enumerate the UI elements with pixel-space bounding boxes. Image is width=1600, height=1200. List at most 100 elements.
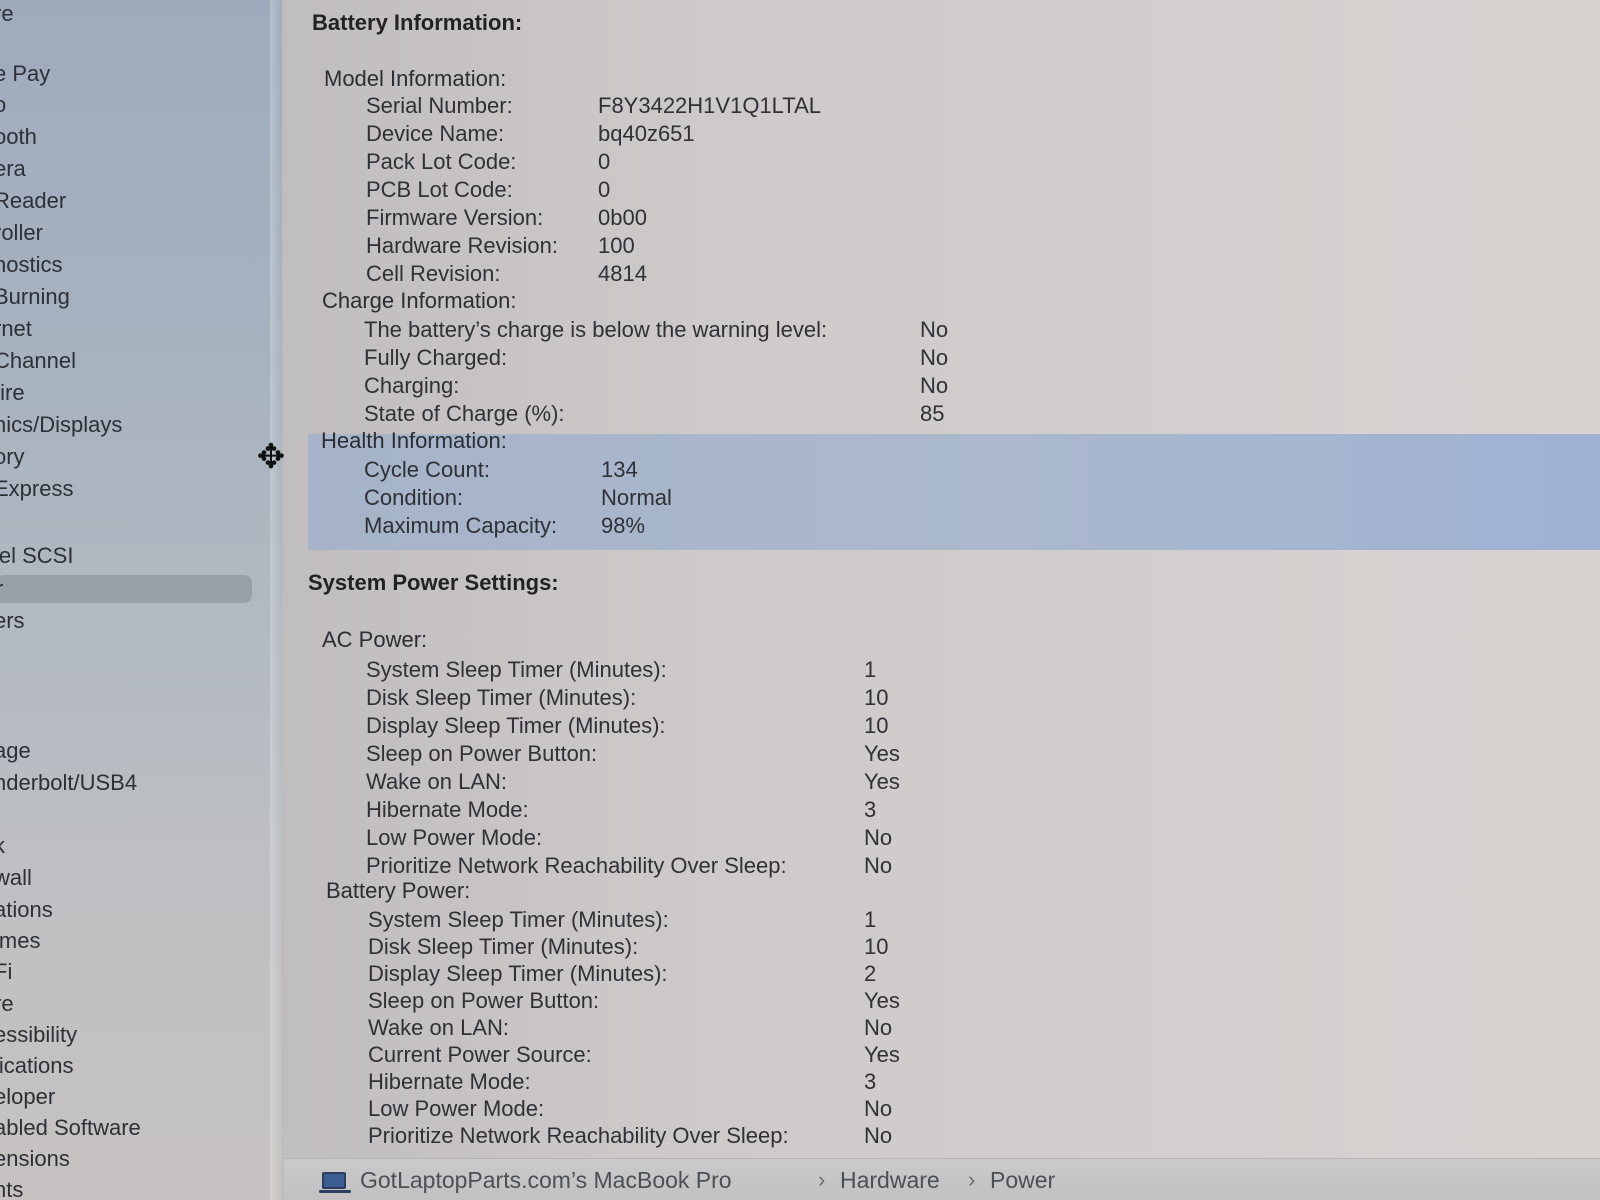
ac-wake-on-lan-value: Yes <box>864 769 900 794</box>
condition-value: Normal <box>601 485 672 510</box>
sidebar-item[interactable]: ory <box>0 443 254 471</box>
maximum-capacity-label: Maximum Capacity: <box>364 513 558 538</box>
sidebar-item[interactable]: Channel <box>0 347 254 375</box>
ac-disk-sleep-value: 10 <box>864 685 889 710</box>
battery-information-title: Battery Information: <box>312 10 523 35</box>
battery-wake-on-lan-value: No <box>864 1015 893 1040</box>
sidebar-item[interactable]: rnet <box>0 315 254 343</box>
battery-sleep-power-button-value: Yes <box>864 988 900 1013</box>
health-information-title: Health Information: <box>321 428 507 453</box>
pcb-lot-code-label: PCB Lot Code: <box>366 177 513 202</box>
ac-disk-sleep-label: Disk Sleep Timer (Minutes): <box>366 685 637 710</box>
ac-display-sleep-value: 10 <box>864 713 889 738</box>
sidebar-item[interactable]: Express <box>0 475 254 503</box>
cell-revision-label: Cell Revision: <box>366 261 501 286</box>
state-of-charge-value: 85 <box>920 401 945 426</box>
maximum-capacity-value: 98% <box>601 513 646 538</box>
sidebar-item[interactable]: \ <box>0 672 254 700</box>
system-information-window: re e Pay o ooth era Reader roller nostic… <box>0 0 1600 1200</box>
sidebar-item-selected[interactable]: r <box>0 575 252 603</box>
sidebar-item[interactable]: e Pay <box>0 60 254 88</box>
path-separator: › <box>818 1167 826 1192</box>
sidebar-item[interactable]: re <box>0 0 254 28</box>
sidebar-item[interactable]: o <box>0 91 254 119</box>
sidebar-item[interactable]: hics/Displays <box>0 411 254 439</box>
battery-display-sleep-value: 2 <box>864 961 877 986</box>
ac-hibernate-mode-label: Hibernate Mode: <box>366 797 529 822</box>
system-power-settings-title: System Power Settings: <box>308 570 559 595</box>
sidebar-item[interactable]: Reader <box>0 187 254 215</box>
current-power-source-label: Current Power Source: <box>368 1042 592 1067</box>
battery-hibernate-mode-value: 3 <box>864 1069 877 1094</box>
details-pane[interactable]: Battery Information: Model Information: … <box>284 0 1600 1200</box>
ac-prioritize-network-label: Prioritize Network Reachability Over Sle… <box>366 853 787 878</box>
charging-value: No <box>920 373 949 398</box>
pack-lot-code-value: 0 <box>598 149 611 174</box>
battery-power-title: Battery Power: <box>326 878 471 903</box>
sidebar-splitter[interactable] <box>270 0 284 1200</box>
firmware-version-value: 0b00 <box>598 205 647 230</box>
cell-revision-value: 4814 <box>598 261 647 286</box>
ac-prioritize-network-value: No <box>864 853 893 878</box>
device-name-label: Device Name: <box>366 121 505 146</box>
cycle-count-value: 134 <box>601 457 638 482</box>
ac-low-power-mode-value: No <box>864 825 893 850</box>
battery-disk-sleep-label: Disk Sleep Timer (Minutes): <box>368 934 639 959</box>
sidebar-item[interactable]: re <box>0 990 254 1018</box>
path-separator: › <box>968 1167 976 1192</box>
path-hardware[interactable]: Hardware <box>840 1167 940 1194</box>
ac-wake-on-lan-label: Wake on LAN: <box>366 769 508 794</box>
sidebar-item[interactable]: nts <box>0 1176 254 1200</box>
pack-lot-code-label: Pack Lot Code: <box>366 149 517 174</box>
fully-charged-label: Fully Charged: <box>364 345 508 370</box>
sidebar-item[interactable]: nostics <box>0 251 254 279</box>
battery-low-power-mode-value: No <box>864 1096 893 1121</box>
ac-sleep-power-button-value: Yes <box>864 741 900 766</box>
ac-system-sleep-label: System Sleep Timer (Minutes): <box>366 657 667 682</box>
battery-system-sleep-label: System Sleep Timer (Minutes): <box>368 907 669 932</box>
sidebar-item[interactable]: wall <box>0 864 254 892</box>
state-of-charge-label: State of Charge (%): <box>364 401 565 426</box>
path-power[interactable]: Power <box>990 1167 1055 1194</box>
device-name-value: bq40z651 <box>598 121 695 146</box>
sidebar-item[interactable]: roller <box>0 219 254 247</box>
serial-number-value: F8Y3422H1V1Q1LTAL <box>598 93 821 118</box>
sidebar-item[interactable]: ensions <box>0 1145 254 1173</box>
sidebar[interactable]: re e Pay o ooth era Reader roller nostic… <box>0 0 282 1200</box>
sidebar-item[interactable]: essibility <box>0 1021 254 1049</box>
sidebar-item[interactable]: nderbolt/USB4 <box>0 769 254 797</box>
sidebar-item[interactable]: ooth <box>0 123 254 151</box>
battery-prioritize-network-value: No <box>864 1123 893 1148</box>
sidebar-item[interactable]: /ire <box>0 379 254 407</box>
battery-display-sleep-label: Display Sleep Timer (Minutes): <box>368 961 668 986</box>
path-computer[interactable]: GotLaptopParts.com’s MacBook Pro <box>360 1167 732 1194</box>
battery-hibernate-mode-label: Hibernate Mode: <box>368 1069 531 1094</box>
sidebar-item[interactable]: age <box>0 737 254 765</box>
hardware-revision-label: Hardware Revision: <box>366 233 558 258</box>
ac-system-sleep-value: 1 <box>864 657 877 682</box>
battery-disk-sleep-value: 10 <box>864 934 889 959</box>
sidebar-item[interactable]: eloper <box>0 1083 254 1111</box>
cycle-count-label: Cycle Count: <box>364 457 490 482</box>
path-bar[interactable]: GotLaptopParts.com’s MacBook Pro › Hardw… <box>284 1158 1600 1200</box>
firmware-version-label: Firmware Version: <box>366 205 544 230</box>
warning-level-value: No <box>920 317 949 342</box>
charge-information-title: Charge Information: <box>322 288 517 313</box>
battery-system-sleep-value: 1 <box>864 907 877 932</box>
sidebar-item[interactable]: Burning <box>0 283 254 311</box>
sidebar-item[interactable]: lel SCSI <box>0 542 254 570</box>
sidebar-item[interactable]: abled Software <box>0 1114 254 1142</box>
battery-low-power-mode-label: Low Power Mode: <box>368 1096 545 1121</box>
model-information-title: Model Information: <box>324 66 507 91</box>
sidebar-item[interactable]: lications <box>0 1052 254 1080</box>
ac-sleep-power-button-label: Sleep on Power Button: <box>366 741 598 766</box>
sidebar-item[interactable]: Fi <box>0 958 254 986</box>
sidebar-item[interactable]: k <box>0 832 254 860</box>
sidebar-item[interactable]: era <box>0 155 254 183</box>
sidebar-item[interactable]: ers <box>0 607 254 635</box>
sidebar-item[interactable]: imes <box>0 927 254 955</box>
fully-charged-value: No <box>920 345 949 370</box>
sidebar-item[interactable]: ations <box>0 896 254 924</box>
serial-number-label: Serial Number: <box>366 93 513 118</box>
battery-sleep-power-button-label: Sleep on Power Button: <box>368 988 600 1013</box>
